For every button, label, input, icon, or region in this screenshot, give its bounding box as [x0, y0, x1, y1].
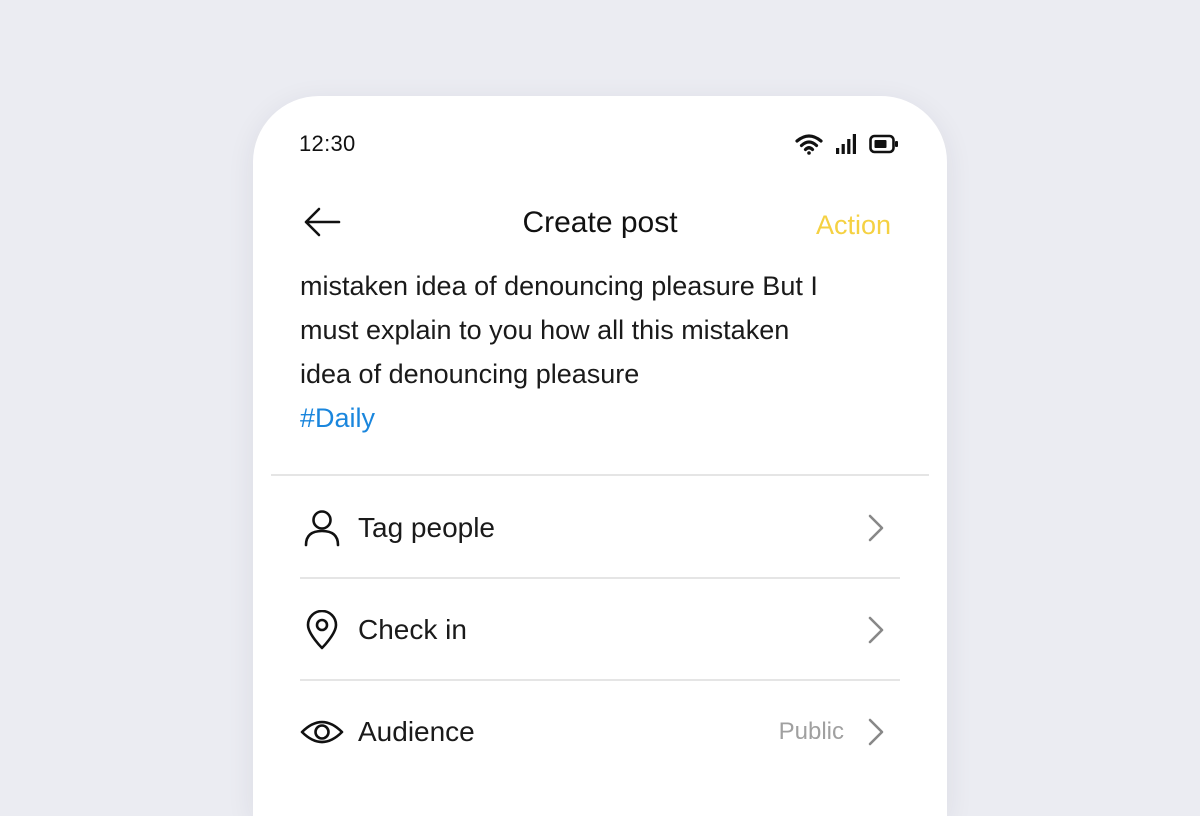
status-bar: 12:30 — [299, 126, 899, 162]
status-time: 12:30 — [299, 131, 356, 156]
tag-people-row[interactable]: Tag people — [300, 477, 900, 579]
check-in-row[interactable]: Check in — [300, 579, 900, 681]
post-text-line: idea of denouncing pleasure — [300, 359, 640, 389]
eye-icon — [300, 710, 344, 754]
post-text-line: mistaken idea of denouncing pleasure But… — [300, 271, 818, 301]
check-in-label: Check in — [358, 614, 467, 645]
action-button[interactable]: Action — [816, 210, 891, 241]
post-text-line: must explain to you how all this mistake… — [300, 315, 790, 345]
chevron-right-icon — [862, 714, 890, 750]
battery-icon — [869, 133, 899, 155]
audience-value: Public — [778, 718, 844, 745]
nav-bar: Create post Action — [253, 200, 947, 248]
audience-label: Audience — [358, 716, 475, 747]
cellular-signal-icon — [835, 133, 857, 155]
tag-people-label: Tag people — [358, 512, 496, 543]
audience-row[interactable]: Audience Public — [300, 681, 900, 783]
hashtag-link[interactable]: #Daily — [300, 396, 887, 440]
chevron-right-icon — [862, 612, 890, 648]
phone-screen: 12:30 Create post Action mistaken idea o… — [253, 96, 947, 816]
user-icon — [300, 506, 344, 550]
chevron-right-icon — [862, 510, 890, 546]
post-text-input[interactable]: mistaken idea of denouncing pleasure But… — [300, 264, 887, 440]
wifi-icon — [795, 133, 823, 155]
section-divider — [271, 474, 929, 476]
status-icons — [795, 133, 899, 155]
location-pin-icon — [300, 608, 344, 652]
